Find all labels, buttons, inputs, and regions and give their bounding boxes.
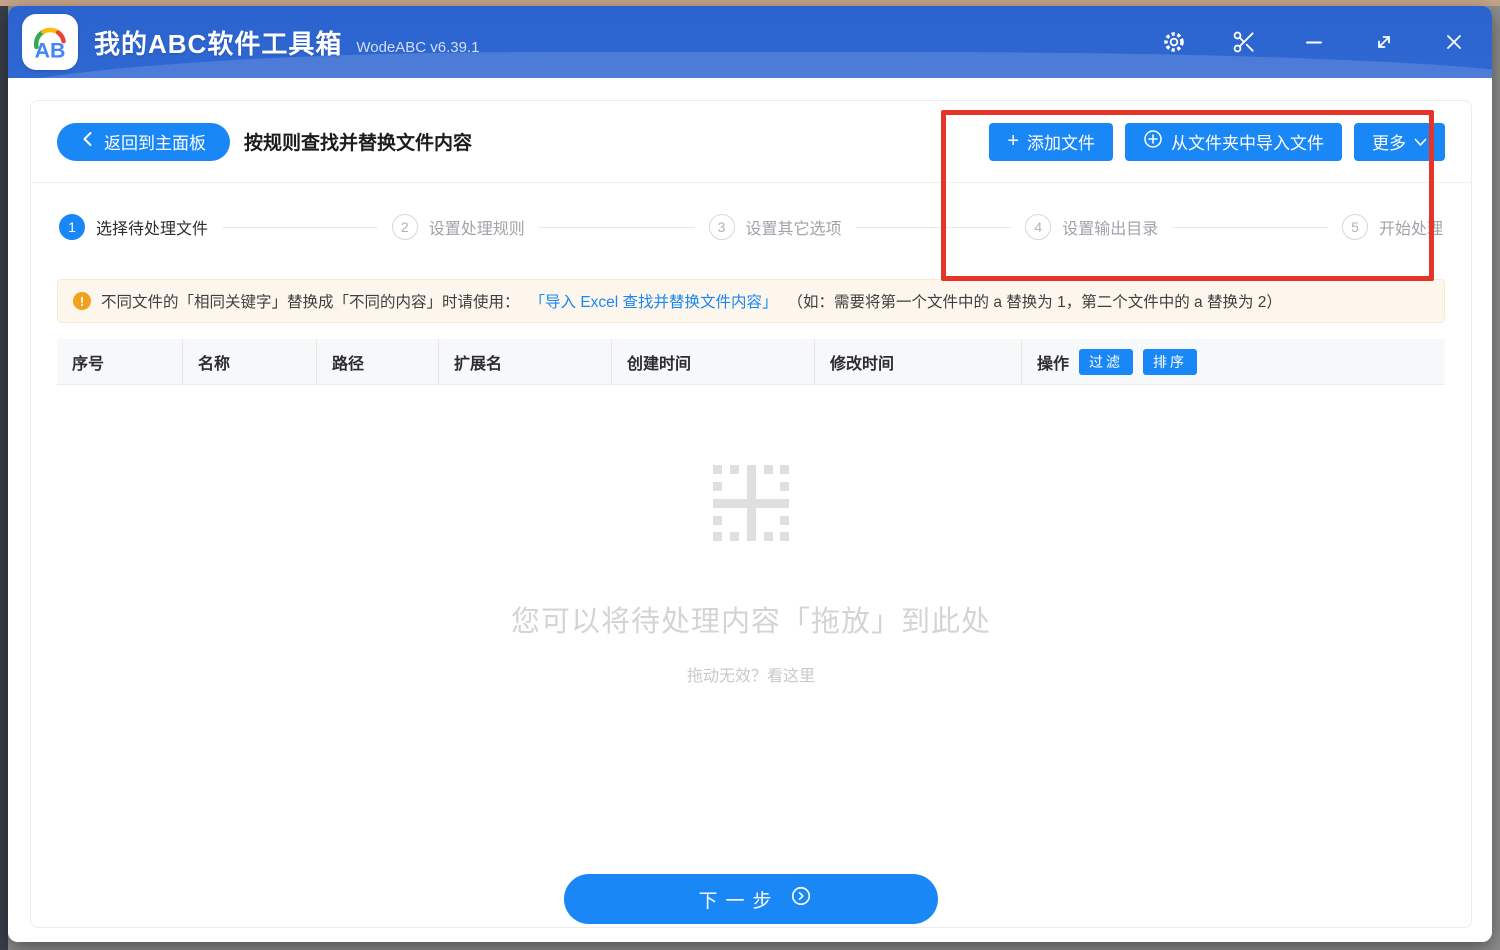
card-header: 返回到主面板 按规则查找并替换文件内容 + 添加文件 从文件夹中导入文件 (31, 101, 1471, 183)
file-drop-zone[interactable]: 您可以将待处理内容「拖放」到此处 拖动无效？看这里 (31, 385, 1471, 871)
next-step-label: 下一步 (698, 886, 779, 913)
column-header-extension: 扩展名 (439, 339, 612, 384)
step-connector (856, 227, 1012, 228)
step-3-other-options: 3 设置其它选项 (709, 214, 842, 240)
step-connector (1172, 227, 1328, 228)
step-2-number: 2 (392, 214, 418, 240)
drop-target-icon (713, 465, 789, 546)
column-header-modified: 修改时间 (815, 339, 1022, 384)
step-3-number: 3 (709, 214, 735, 240)
circle-plus-icon (1143, 129, 1163, 154)
close-icon (1442, 30, 1466, 54)
notice-text: 不同文件的「相同关键字」替换成「不同的内容」时请使用： (101, 290, 520, 312)
column-header-created: 创建时间 (612, 339, 815, 384)
back-to-dashboard-button[interactable]: 返回到主面板 (57, 123, 230, 161)
app-logo: AB (22, 14, 78, 70)
app-window: AB 我的ABC软件工具箱 WodeABC v6.39.1 (8, 6, 1492, 942)
screenshot-button[interactable] (1224, 22, 1264, 62)
column-header-index: 序号 (57, 339, 183, 384)
more-button[interactable]: 更多 (1354, 123, 1445, 161)
sort-button[interactable]: 排序 (1143, 349, 1197, 375)
step-1-select-files: 1 选择待处理文件 (59, 214, 208, 240)
actions-label: 操作 (1037, 350, 1069, 374)
step-4-number: 4 (1025, 214, 1051, 240)
step-1-label: 选择待处理文件 (96, 215, 208, 239)
close-button[interactable] (1434, 22, 1474, 62)
plus-icon: + (1007, 131, 1019, 151)
import-from-folder-label: 从文件夹中导入文件 (1171, 129, 1324, 154)
chevron-down-icon (1414, 132, 1427, 152)
scissors-icon (1231, 29, 1257, 55)
step-wizard: 1 选择待处理文件 2 设置处理规则 3 设置其它选项 4 设置输出目录 (31, 183, 1471, 271)
drop-zone-hint-link[interactable]: 拖动无效？看这里 (687, 662, 815, 686)
app-logo-icon: AB (27, 19, 73, 65)
main-area: 返回到主面板 按规则查找并替换文件内容 + 添加文件 从文件夹中导入文件 (8, 78, 1492, 942)
svg-text:AB: AB (35, 39, 66, 63)
circle-arrow-right-icon (790, 885, 812, 913)
import-from-folder-button[interactable]: 从文件夹中导入文件 (1125, 123, 1342, 161)
step-2-set-rules: 2 设置处理规则 (392, 214, 525, 240)
settings-button[interactable] (1154, 22, 1194, 62)
column-header-name: 名称 (183, 339, 317, 384)
more-label: 更多 (1372, 129, 1406, 154)
notice-example-text: （如：需要将第一个文件中的 a 替换为 1，第二个文件中的 a 替换为 2） (788, 290, 1282, 312)
step-2-label: 设置处理规则 (429, 215, 525, 239)
column-header-actions: 操作 过滤 排序 (1022, 339, 1445, 384)
warning-icon: ! (73, 292, 91, 310)
step-4-label: 设置输出目录 (1062, 215, 1158, 239)
file-table-header: 序号 名称 路径 扩展名 创建时间 修改时间 操作 过滤 排序 (57, 339, 1445, 385)
column-header-path: 路径 (317, 339, 439, 384)
step-5-label: 开始处理 (1379, 215, 1443, 239)
back-button-label: 返回到主面板 (104, 129, 206, 154)
next-step-button[interactable]: 下一步 (564, 874, 938, 924)
step-3-label: 设置其它选项 (746, 215, 842, 239)
step-4-output-dir: 4 设置输出目录 (1025, 214, 1158, 240)
content-card: 返回到主面板 按规则查找并替换文件内容 + 添加文件 从文件夹中导入文件 (30, 100, 1472, 928)
step-5-number: 5 (1342, 214, 1368, 240)
titlebar: AB 我的ABC软件工具箱 WodeABC v6.39.1 (8, 6, 1492, 78)
step-5-start: 5 开始处理 (1342, 214, 1443, 240)
drop-zone-message: 您可以将待处理内容「拖放」到此处 (511, 598, 991, 640)
page-title: 按规则查找并替换文件内容 (244, 128, 472, 155)
maximize-icon (1372, 30, 1396, 54)
step-1-number: 1 (59, 214, 85, 240)
step-connector (539, 227, 695, 228)
add-files-button[interactable]: + 添加文件 (989, 123, 1113, 161)
minimize-icon (1302, 30, 1326, 54)
notice-excel-link[interactable]: 「导入 Excel 查找并替换文件内容」 (530, 290, 778, 312)
maximize-button[interactable] (1364, 22, 1404, 62)
app-version: WodeABC v6.39.1 (356, 39, 479, 56)
filter-button[interactable]: 过滤 (1079, 349, 1133, 375)
chevron-left-icon (81, 131, 94, 152)
step-connector (222, 227, 378, 228)
notice-banner: ! 不同文件的「相同关键字」替换成「不同的内容」时请使用： 「导入 Excel … (57, 279, 1445, 323)
minimize-button[interactable] (1294, 22, 1334, 62)
gear-icon (1161, 29, 1187, 55)
app-title: 我的ABC软件工具箱 (94, 24, 342, 61)
desktop-background-edge (0, 6, 8, 950)
add-files-label: 添加文件 (1027, 129, 1095, 154)
